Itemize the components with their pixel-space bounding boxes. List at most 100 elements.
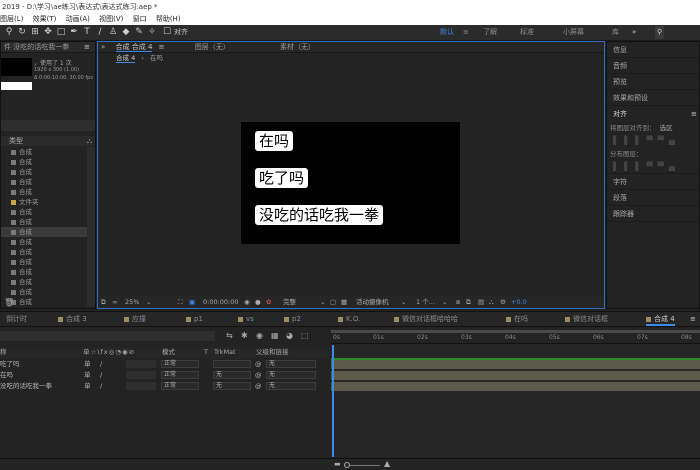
layer-name[interactable]: 吃了吗 bbox=[0, 359, 20, 369]
brush-tool-icon[interactable]: / bbox=[95, 27, 105, 38]
pen-tool-icon[interactable]: ✒ bbox=[69, 27, 79, 38]
rotate-tool-icon[interactable]: ↻ bbox=[17, 27, 27, 38]
motion-blur-icon[interactable]: ◕ bbox=[286, 331, 293, 340]
panel-preview[interactable]: 预览 bbox=[607, 74, 699, 90]
clone-tool-icon[interactable]: ♙ bbox=[108, 27, 118, 38]
layer-bar[interactable] bbox=[331, 371, 700, 380]
layer-mode-select[interactable]: 正常 bbox=[161, 371, 199, 379]
snapshot-icon[interactable]: ◉ bbox=[244, 296, 250, 308]
text-layer-meichi[interactable]: 没吃的话吃我一拳 bbox=[255, 205, 384, 225]
align-buttons[interactable]: ▌▌▌▀▀▄ bbox=[607, 134, 699, 148]
layer-trkmat-select[interactable] bbox=[213, 360, 251, 368]
menu-effect[interactable]: 效果(T) bbox=[33, 15, 57, 23]
flowchart-view-icon[interactable]: ⛬ bbox=[489, 296, 494, 308]
tab-layer[interactable]: 图层（无） bbox=[195, 43, 230, 51]
list-item[interactable]: 合成 bbox=[1, 287, 87, 297]
region-icon[interactable]: ▢ bbox=[330, 296, 336, 308]
list-item[interactable]: 合成 bbox=[1, 227, 87, 237]
timeline-search-input[interactable] bbox=[0, 331, 215, 341]
panel-character[interactable]: 字符 bbox=[607, 174, 699, 190]
fit-icon[interactable]: ⛶ bbox=[178, 296, 183, 308]
project-scrollbar[interactable] bbox=[87, 147, 95, 307]
type-tool-icon[interactable]: T bbox=[82, 27, 92, 38]
eraser-tool-icon[interactable]: ◆ bbox=[121, 27, 131, 38]
panel-audio[interactable]: 音频 bbox=[607, 58, 699, 74]
zoom-in-icon[interactable]: ▲ bbox=[384, 459, 390, 468]
project-search-input[interactable] bbox=[1, 120, 95, 131]
show-snapshot-icon[interactable]: ● bbox=[255, 296, 261, 308]
layer-parent-select[interactable]: 无 bbox=[266, 382, 316, 390]
tab-p2[interactable]: p2 bbox=[284, 312, 301, 326]
layer-name[interactable]: 在吗 bbox=[0, 370, 13, 380]
tab-footage[interactable]: 素材（无） bbox=[280, 43, 315, 51]
layer-trkmat-select[interactable]: 无 bbox=[213, 382, 251, 390]
frame-blend-icon[interactable]: ▦ bbox=[271, 331, 279, 340]
align-target-select[interactable]: 选区 bbox=[660, 124, 673, 132]
zoom-dropdown-icon[interactable]: ⌄ bbox=[146, 296, 151, 308]
current-time-indicator[interactable] bbox=[332, 345, 334, 457]
channel-icon[interactable]: ✿ bbox=[266, 296, 271, 308]
list-item[interactable]: 合成 bbox=[1, 147, 87, 157]
list-item[interactable]: 合成 bbox=[1, 217, 87, 227]
menu-window[interactable]: 窗口 bbox=[133, 15, 147, 23]
menu-animation[interactable]: 动画(A) bbox=[66, 15, 90, 23]
layer-bar[interactable] bbox=[331, 382, 700, 391]
workspace-default[interactable]: 默认 bbox=[440, 26, 454, 39]
views-value[interactable]: 1 个... bbox=[416, 296, 435, 308]
fast-preview-icon[interactable]: ⧉ bbox=[466, 296, 471, 308]
layer-row[interactable]: 没吃的话吃我一拳 单 / 正常 无 @ 无 bbox=[0, 381, 330, 391]
tab-zaima[interactable]: 在吗 bbox=[506, 312, 528, 326]
workspace-small-screen[interactable]: 小屏幕 bbox=[563, 26, 584, 39]
layer-row[interactable]: 吃了吗 单 / 正常 @ 无 bbox=[0, 359, 330, 369]
list-item[interactable]: 合成 bbox=[1, 187, 87, 197]
tab-wechat-hahaha[interactable]: 微信对话框哈哈哈 bbox=[394, 312, 458, 326]
tab-comp3[interactable]: 合成 3 bbox=[58, 312, 87, 326]
timecode[interactable]: 0:00:00:00 bbox=[203, 296, 239, 308]
panel-align[interactable]: 对齐 ≡ bbox=[607, 106, 699, 122]
camera-dropdown-icon[interactable]: ⌄ bbox=[401, 296, 406, 308]
trash-icon[interactable]: 🗑 bbox=[4, 298, 14, 307]
panel-collapse-icon[interactable]: » bbox=[101, 43, 105, 51]
layer-name[interactable]: 没吃的话吃我一拳 bbox=[0, 381, 52, 391]
exposure-value[interactable]: +0.0 bbox=[511, 296, 527, 308]
list-item[interactable]: 文件夹 bbox=[1, 197, 87, 207]
panel-effects-presets[interactable]: 效果和预设 bbox=[607, 90, 699, 106]
list-item[interactable]: 合成 bbox=[1, 157, 87, 167]
rectangle-tool-icon[interactable]: □ bbox=[56, 27, 66, 38]
zoom-slider-thumb[interactable] bbox=[344, 462, 350, 468]
list-item[interactable]: 合成 bbox=[1, 267, 87, 277]
workspace-learn[interactable]: 了解 bbox=[483, 26, 497, 39]
workspace-menu-icon[interactable]: ≡ bbox=[463, 26, 469, 39]
panel-paragraph[interactable]: 段落 bbox=[607, 190, 699, 206]
flowchart-icon[interactable]: ⛬ bbox=[87, 136, 92, 146]
zoom-out-icon[interactable]: ▬ bbox=[334, 460, 341, 468]
tab-vs[interactable]: vs bbox=[238, 312, 254, 326]
time-ruler[interactable]: 0s 01s 02s 03s 04s 05s 06s 07s 08s bbox=[331, 330, 700, 344]
timeline-menu-icon[interactable]: ≡ bbox=[690, 312, 696, 326]
workspace-more-icon[interactable]: » bbox=[632, 26, 636, 39]
layer-switch-boxes[interactable] bbox=[126, 371, 156, 379]
list-item[interactable]: 合成 bbox=[1, 177, 87, 187]
pan-behind-tool-icon[interactable]: ✥ bbox=[43, 27, 53, 38]
camera-value[interactable]: 活动摄像机 bbox=[356, 296, 389, 308]
timeline-track-area[interactable] bbox=[331, 345, 700, 457]
layer-name-column[interactable]: 称 bbox=[0, 347, 7, 358]
layer-row[interactable]: 在吗 单 / 正常 无 @ 无 bbox=[0, 370, 330, 380]
layer-quality-icon[interactable]: / bbox=[100, 370, 102, 380]
layer-parent-select[interactable]: 无 bbox=[266, 371, 316, 379]
panel-tracker[interactable]: 跟踪器 bbox=[607, 206, 699, 222]
pickwhip-icon[interactable]: @ bbox=[255, 370, 262, 380]
text-layer-zaima[interactable]: 在吗 bbox=[255, 131, 294, 151]
tab-yingzhuang[interactable]: 应撞 bbox=[124, 312, 146, 326]
pickwhip-icon[interactable]: @ bbox=[255, 359, 262, 369]
list-item[interactable]: 合成 bbox=[1, 167, 87, 177]
timeline-icon[interactable]: ▤ bbox=[478, 296, 484, 308]
breadcrumb-comp4[interactable]: 合成 4 bbox=[116, 54, 136, 63]
puppet-tool-icon[interactable]: ✧ bbox=[147, 27, 157, 38]
workspace-standard[interactable]: 标准 bbox=[520, 26, 534, 39]
layer-quality-icon[interactable]: / bbox=[100, 359, 102, 369]
safe-zone-icon[interactable]: ▣ bbox=[189, 296, 195, 308]
parent-column[interactable]: 父级和链接 bbox=[256, 347, 289, 358]
exposure-reset-icon[interactable]: ⚙ bbox=[500, 296, 506, 308]
close-icon[interactable]: ≡ bbox=[84, 42, 90, 53]
